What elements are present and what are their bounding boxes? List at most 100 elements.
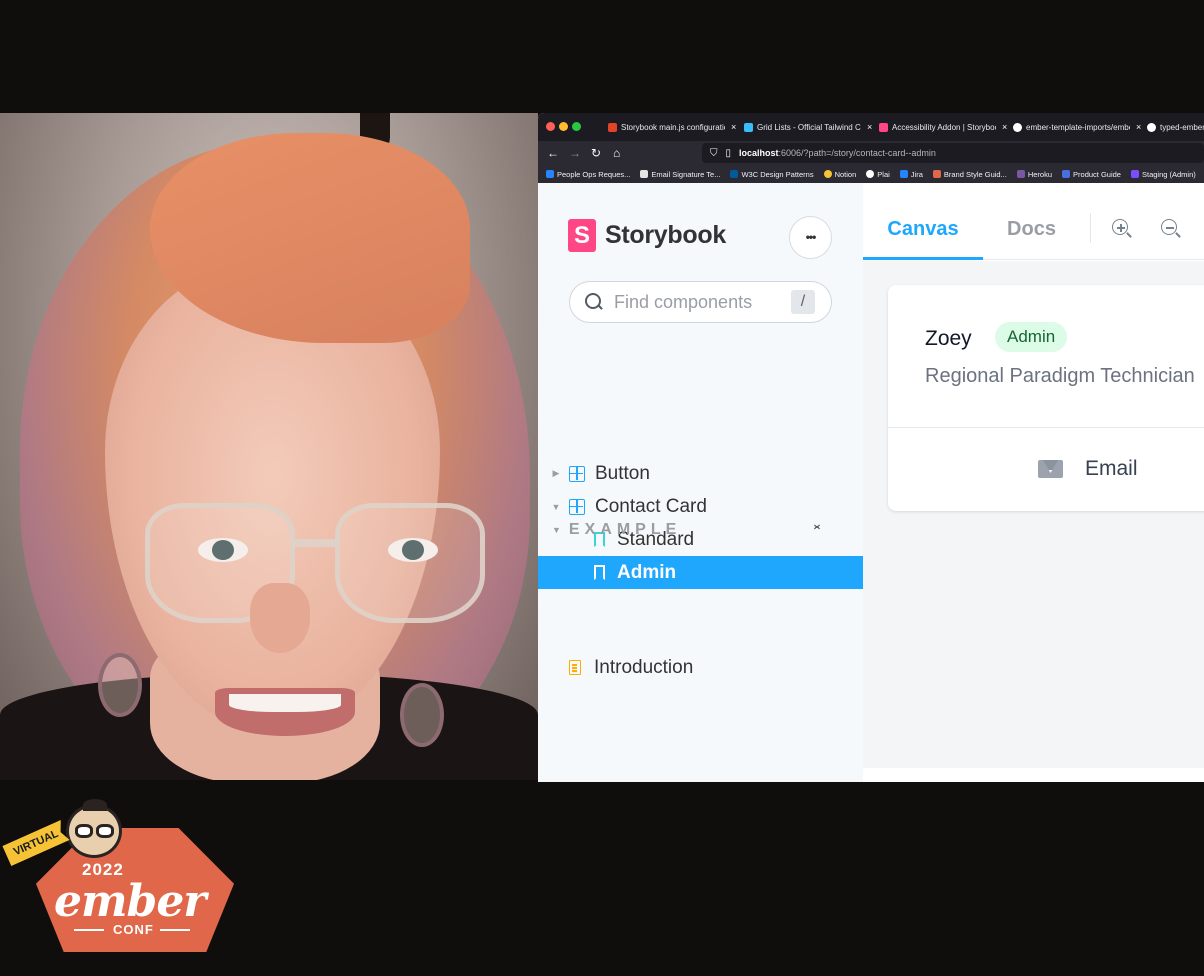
speaker-glasses: [145, 503, 490, 633]
glasses-bridge: [293, 539, 339, 547]
browser-tab-title: ember-template-imports/embe: [1026, 122, 1130, 132]
chevron-down-icon: ▼: [552, 525, 561, 535]
bookmarks-bar: People Ops Reques... Email Signature Te.…: [538, 165, 1204, 183]
tab-canvas[interactable]: Canvas: [863, 198, 983, 260]
bookmark-label: Brand Style Guid...: [943, 169, 1007, 179]
browser-tab-title: typed-ember: [1160, 122, 1204, 132]
glasses-lens-right: [335, 503, 485, 623]
heroku-icon: [1016, 170, 1025, 178]
mascot-glasses-right: [96, 824, 114, 838]
browser-tab-bar: Storybook main.js configuratio × Grid Li…: [538, 113, 1204, 141]
earring-left: [98, 653, 142, 717]
search-icon: [584, 292, 604, 312]
speaker-nose: [250, 583, 310, 653]
sidebar-item-introduction[interactable]: Introduction: [538, 651, 863, 684]
bookmark[interactable]: Jira: [899, 170, 923, 179]
brand-icon: [932, 170, 941, 178]
storybook-brand-name: Storybook: [605, 221, 726, 249]
envelope-icon: [1038, 460, 1063, 478]
window-zoom-button[interactable]: [572, 122, 581, 131]
bookmark[interactable]: W3C Design Patterns: [730, 170, 814, 179]
sidebar-item-admin[interactable]: Admin: [538, 556, 863, 589]
home-icon[interactable]: ⌂: [613, 145, 620, 161]
emberconf-logo: VIRTUAL 2022 ember CONF: [0, 798, 240, 958]
bookmark[interactable]: Email Signature Te...: [640, 170, 720, 179]
bookmark-label: Email Signature Te...: [651, 169, 721, 179]
window-minimize-button[interactable]: [559, 122, 568, 131]
staging-icon: [1130, 170, 1139, 178]
sidebar-group-example[interactable]: ▼ EXAMPLE: [552, 521, 681, 539]
tab-close-icon[interactable]: ×: [867, 122, 872, 132]
github-icon: [1013, 122, 1022, 132]
bookmark[interactable]: Product Guide: [1062, 170, 1121, 179]
plai-icon: [866, 170, 875, 178]
forward-arrow-icon[interactable]: →: [569, 145, 581, 161]
browser-tab[interactable]: typed-ember: [1147, 117, 1204, 137]
bookmark-label: People Ops Reques...: [557, 169, 631, 179]
search-input[interactable]: [614, 291, 784, 313]
bookmark[interactable]: Staging (Admin): [1130, 170, 1196, 179]
url-host: localhost: [739, 148, 779, 158]
virtual-ribbon: VIRTUAL: [2, 820, 69, 866]
zoom-in-icon[interactable]: [1112, 219, 1132, 239]
window-close-button[interactable]: [546, 122, 555, 131]
storybook-preview: Canvas Docs Zoey Admin Regional Paradigm…: [863, 183, 1204, 782]
reload-icon[interactable]: ↻: [591, 145, 601, 161]
tab-close-icon[interactable]: ×: [1136, 122, 1141, 132]
chevron-down-icon[interactable]: ▼: [549, 502, 563, 512]
speaker-mouth: [215, 688, 355, 736]
email-button-label: Email: [1085, 457, 1138, 480]
notion-icon: [823, 170, 832, 178]
logo-rule-left: [74, 929, 104, 931]
contact-card: Zoey Admin Regional Paradigm Technician …: [888, 285, 1204, 511]
browser-tab-title: Grid Lists - Official Tailwind CS: [757, 122, 861, 132]
bookmark[interactable]: Notion: [823, 170, 856, 179]
bookmark[interactable]: Brand Style Guid...: [932, 169, 1007, 179]
bookmark-icon: [594, 565, 605, 580]
browser-window: Storybook main.js configuratio × Grid Li…: [538, 113, 1204, 782]
chevron-right-icon[interactable]: ▶: [549, 468, 563, 479]
back-arrow-icon[interactable]: ←: [547, 145, 559, 161]
tab-close-icon[interactable]: ×: [731, 122, 736, 132]
browser-tab-title: Storybook main.js configuratio: [621, 122, 725, 132]
sidebar-item-label: Contact Card: [595, 495, 707, 517]
jira-icon: [899, 170, 908, 178]
contact-name: Zoey: [925, 327, 972, 350]
sidebar-item-label: Admin: [617, 561, 677, 583]
bookmark[interactable]: Plai: [866, 170, 890, 179]
document-icon: [1062, 170, 1071, 178]
bookmark[interactable]: People Ops Reques...: [546, 170, 630, 179]
address-bar[interactable]: ⛉ ▯ localhost:6006/?path=/story/contact-…: [702, 143, 1204, 163]
browser-tab[interactable]: Storybook main.js configuratio ×: [608, 117, 736, 137]
component-icon: [569, 465, 585, 482]
url-path: :6006/?path=/story/contact-card--admin: [778, 148, 936, 158]
storybook-logo[interactable]: S Storybook: [568, 219, 726, 252]
email-button[interactable]: Email: [1038, 457, 1138, 481]
shield-icon: ⛉: [710, 147, 718, 159]
sidebar-menu-button[interactable]: •••: [789, 216, 832, 259]
tab-close-icon[interactable]: ×: [1002, 122, 1007, 132]
preview-canvas: Zoey Admin Regional Paradigm Technician …: [863, 261, 1204, 768]
gitlab-icon: [608, 122, 617, 132]
logo-rule-right: [160, 929, 190, 931]
browser-tab[interactable]: Accessibility Addon | Storybook ×: [879, 117, 1007, 137]
browser-tab[interactable]: ember-template-imports/embe ×: [1013, 117, 1141, 137]
sidebar-item-label: Introduction: [594, 656, 694, 678]
component-icon: [569, 498, 585, 515]
sidebar-item-button[interactable]: ▶ Button: [538, 457, 863, 490]
tomster-mascot: [66, 799, 122, 858]
browser-tab[interactable]: Grid Lists - Official Tailwind CS ×: [744, 117, 872, 137]
storybook-sidebar: S Storybook ••• / ▶ Button ▼ Contact Car…: [538, 183, 863, 782]
speaker-eye-right: [388, 538, 438, 562]
collapse-all-icon[interactable]: ⌄ ⌃: [810, 516, 824, 538]
storybook-icon: [879, 122, 888, 132]
mascot-glasses-left: [75, 824, 93, 838]
w3c-icon: [730, 170, 739, 178]
speaker-webcam: [0, 113, 538, 780]
logo-conf: CONF: [113, 922, 154, 937]
search-box[interactable]: /: [569, 281, 832, 323]
tab-docs[interactable]: Docs: [983, 198, 1080, 260]
zoom-out-icon[interactable]: [1161, 219, 1181, 239]
browser-tab-title: Accessibility Addon | Storybook: [892, 122, 996, 132]
bookmark[interactable]: Heroku: [1016, 170, 1052, 179]
